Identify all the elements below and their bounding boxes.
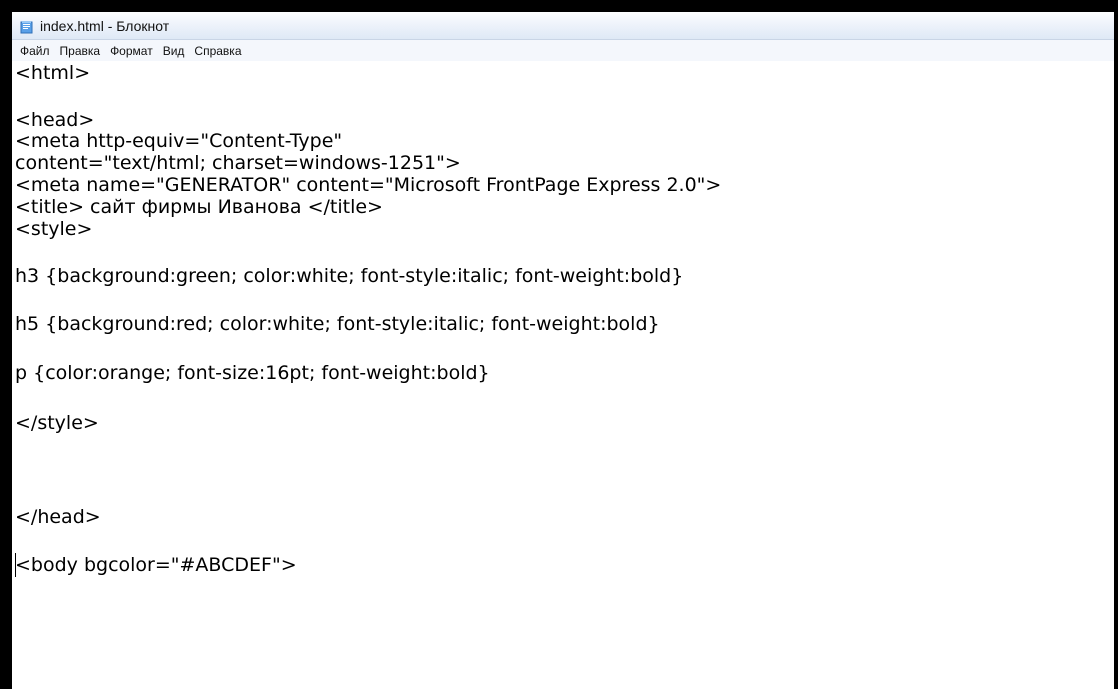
code-line: p {color:orange; font-size:16pt; font-we…: [15, 362, 490, 384]
code-line: <style>: [15, 218, 93, 240]
menu-format[interactable]: Формат: [105, 44, 158, 58]
code-line: <body bgcolor="#ABCDEF">: [15, 554, 297, 576]
code-line: h5 {background:red; color:white; font-st…: [15, 313, 660, 335]
code-line: </head>: [15, 506, 101, 528]
code-line: content="text/html; charset=windows-1251…: [15, 152, 461, 174]
menu-bar: Файл Правка Формат Вид Справка: [12, 40, 1114, 61]
menu-edit[interactable]: Правка: [55, 44, 106, 58]
code-line: <meta name="GENERATOR" content="Microsof…: [15, 174, 722, 196]
notepad-window: index.html - Блокнот Файл Правка Формат …: [12, 12, 1114, 689]
code-line: <meta http-equiv="Content-Type": [15, 130, 343, 152]
code-line: <head>: [15, 109, 95, 131]
code-line: h3 {background:green; color:white; font-…: [15, 265, 684, 287]
notepad-icon: [20, 19, 34, 33]
menu-view[interactable]: Вид: [158, 44, 190, 58]
title-bar[interactable]: index.html - Блокнот: [12, 12, 1114, 40]
code-line: <title> сайт фирмы Иванова </title>: [15, 196, 383, 218]
menu-help[interactable]: Справка: [189, 44, 246, 58]
window-title: index.html - Блокнот: [40, 17, 170, 34]
text-caret: [15, 553, 16, 577]
text-editor[interactable]: <html> <head> <meta http-equiv="Content-…: [12, 61, 1114, 689]
menu-file[interactable]: Файл: [12, 44, 55, 58]
code-line: </style>: [15, 412, 99, 434]
code-line: <html>: [15, 62, 91, 84]
